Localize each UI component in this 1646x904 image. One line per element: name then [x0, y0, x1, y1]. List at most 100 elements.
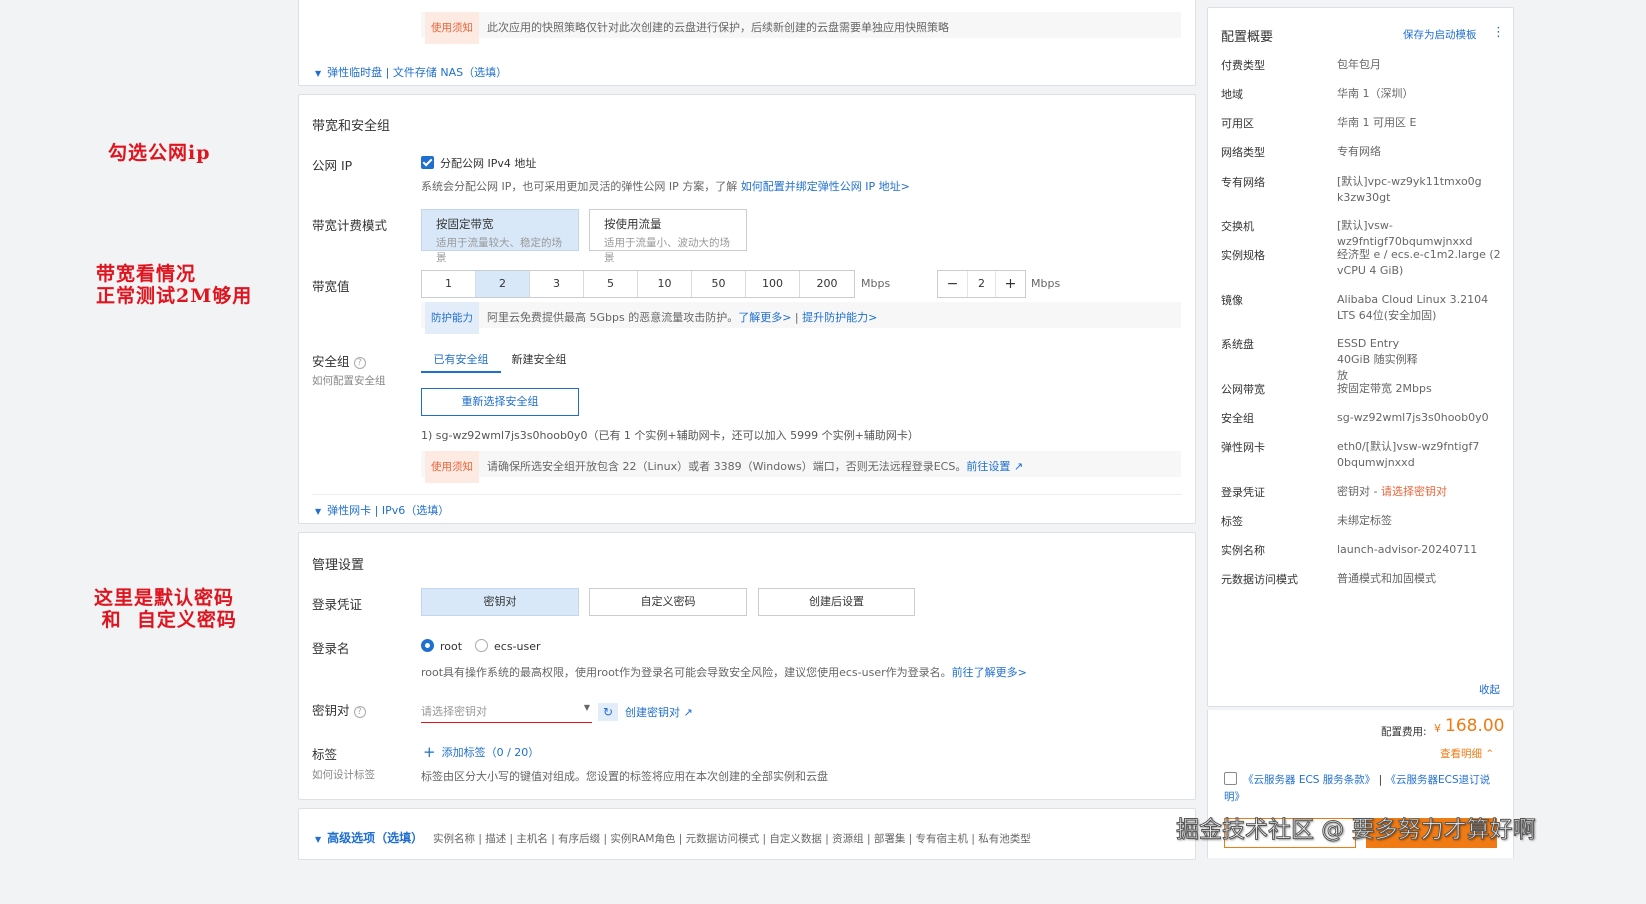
login-learn-more-link[interactable]: 前往了解更多>	[952, 666, 1027, 679]
create-keypair-link[interactable]: 创建密钥对 ↗	[625, 704, 693, 720]
save-template-link[interactable]: 保存为启动模板	[1403, 27, 1477, 42]
tab-new-sg[interactable]: 新建安全组	[504, 349, 574, 373]
advanced-expander[interactable]: ▼ 高级选项（选填）	[315, 829, 423, 846]
network-section-title: 带宽和安全组	[312, 119, 391, 134]
minus-icon[interactable]: −	[938, 271, 967, 297]
bandwidth-option[interactable]: 1	[422, 271, 476, 297]
summary-key: 付费类型	[1221, 59, 1265, 72]
protection-tag: 防护能力	[425, 302, 479, 334]
external-link-icon: ↗	[683, 706, 693, 719]
management-card: 管理设置 登录凭证 密钥对 自定义密码 创建后设置 登录名 root ecs-u…	[298, 532, 1196, 800]
summary-key: 系统盘	[1221, 338, 1254, 351]
storage-expander[interactable]: ▼ 弹性临时盘 | 文件存储 NAS（选填）	[315, 64, 507, 80]
radio-checked-icon	[421, 639, 434, 652]
agreement-sep: |	[1375, 774, 1386, 786]
agreement-checkbox[interactable]	[1224, 772, 1237, 785]
checkbox-checked-icon	[421, 156, 434, 169]
help-icon[interactable]: ?	[353, 706, 366, 718]
summary-value: [默认]vpc-wz9yk11tmxo0gk3zw30gt	[1337, 175, 1482, 204]
summary-key: 弹性网卡	[1221, 441, 1265, 454]
watermark: 掘金技术社区 @ 要多努力才算好啊	[1176, 817, 1537, 844]
add-tag-button[interactable]: + 添加标签（0 / 20）	[423, 743, 539, 761]
public-ip-note-text: 系统会分配公网 IP，也可采用更加灵活的弹性公网 IP 方案，了解	[421, 180, 738, 193]
billing-traffic-title: 按使用流量	[604, 217, 662, 231]
triangle-down-icon: ▼	[315, 69, 322, 78]
summary-value: 包年包月	[1337, 58, 1381, 71]
public-ip-label: 公网 IP	[312, 158, 353, 173]
protection-learn-link[interactable]: 了解更多>	[738, 311, 791, 324]
credential-later-button[interactable]: 创建后设置	[758, 588, 915, 616]
summary-value: 未绑定标签	[1337, 514, 1392, 527]
network-card: 带宽和安全组 公网 IP 分配公网 IPv4 地址 系统会分配公网 IP，也可采…	[298, 94, 1196, 524]
bandwidth-stepper-value[interactable]: 2	[967, 271, 996, 297]
snapshot-notice: 使用须知 此次应用的快照策略仅针对此次创建的云盘进行保护，后续新创建的云盘需要单独…	[421, 12, 1181, 44]
summary-key: 元数据访问模式	[1221, 573, 1298, 586]
sg-settings-link[interactable]: 前往设置 ↗	[966, 460, 1023, 473]
summary-key: 登录凭证	[1221, 486, 1265, 499]
sg-selected-text: 1) sg-wz92wml7js3s0hoob0y0（已有 1 个实例+辅助网卡…	[421, 429, 919, 442]
bandwidth-option[interactable]: 10	[638, 271, 692, 297]
fee-label: 配置费用:	[1381, 726, 1427, 738]
login-ecs-user-radio[interactable]: ecs-user	[475, 639, 541, 653]
bandwidth-option[interactable]: 5	[584, 271, 638, 297]
summary-value: 按固定带宽 2Mbps	[1337, 382, 1432, 395]
management-section-title: 管理设置	[312, 558, 365, 573]
summary-value: 普通模式和加固模式	[1337, 572, 1436, 585]
more-icon[interactable]: ⋮	[1492, 25, 1505, 40]
radio-unchecked-icon	[475, 639, 488, 652]
create-keypair-label: 创建密钥对	[625, 706, 680, 719]
public-ip-checkbox[interactable]: 分配公网 IPv4 地址	[421, 155, 536, 171]
keypair-label-text: 密钥对	[312, 703, 350, 718]
tags-help-link[interactable]: 如何设计标签	[312, 767, 375, 782]
public-ip-note: 系统会分配公网 IP，也可采用更加灵活的弹性公网 IP 方案，了解 如何配置并绑…	[421, 178, 910, 194]
eni-expander[interactable]: ▼ 弹性网卡 | IPv6（选填）	[315, 502, 449, 518]
login-root-radio[interactable]: root	[421, 639, 462, 653]
tab-existing-sg[interactable]: 已有安全组	[421, 349, 501, 373]
plus-icon: +	[423, 743, 436, 761]
summary-value: ESSD Entry 40GiB 随实例释放	[1337, 337, 1418, 382]
tag-count: （0 / 20）	[485, 746, 540, 759]
bandwidth-option[interactable]: 50	[692, 271, 746, 297]
tags-note: 标签由区分大小写的键值对组成。您设置的标签将应用在本次创建的全部实例和云盘	[421, 770, 828, 783]
refresh-icon[interactable]: ↻	[598, 703, 618, 721]
currency-symbol: ¥	[1434, 722, 1441, 735]
keypair-select[interactable]: 请选择密钥对 ▼	[421, 703, 592, 723]
fee-amount: 168.00	[1445, 716, 1505, 736]
annotation-bandwidth: 带宽看情况 正常测试2M够用	[96, 263, 253, 307]
summary-key: 网络类型	[1221, 146, 1265, 159]
sg-help-link[interactable]: 如何配置安全组	[312, 373, 386, 388]
fee-detail-link[interactable]: 查看明细 ⌃	[1440, 746, 1494, 761]
help-icon[interactable]: ?	[353, 357, 366, 369]
plus-icon[interactable]: +	[996, 271, 1025, 297]
billing-traffic-option[interactable]: 按使用流量 适用于流量小、波动大的场景	[589, 209, 747, 264]
credential-keypair-button[interactable]: 密钥对	[421, 588, 579, 616]
sg-label-text: 安全组	[312, 354, 350, 369]
summary-value: 华南 1 可用区 E	[1337, 116, 1417, 129]
public-ip-link[interactable]: 如何配置并绑定弹性公网 IP 地址>	[741, 180, 910, 193]
agreement: 《云服务器 ECS 服务条款》 | 《云服务器ECS退订说明》	[1224, 772, 1494, 806]
bandwidth-option[interactable]: 3	[530, 271, 584, 297]
annotation-password: 这里是默认密码 和 自定义密码	[94, 587, 237, 631]
collapse-link[interactable]: 收起	[1479, 682, 1500, 697]
login-ecs-user-label: ecs-user	[494, 640, 541, 653]
sg-settings-link-label: 前往设置	[966, 460, 1011, 473]
protection-notice: 防护能力 阿里云免费提供最高 5Gbps 的恶意流量攻击防护。了解更多> | 提升…	[421, 302, 1181, 334]
triangle-down-icon: ▼	[315, 507, 322, 516]
storage-card: 使用须知 此次应用的快照策略仅针对此次创建的云盘进行保护，后续新创建的云盘需要单独…	[298, 0, 1196, 86]
keypair-label: 密钥对?	[312, 700, 366, 719]
bandwidth-unit: Mbps	[861, 277, 891, 290]
credential-password-button[interactable]: 自定义密码	[589, 588, 747, 616]
bandwidth-option[interactable]: 200	[800, 271, 854, 297]
agreement-link-1[interactable]: 《云服务器 ECS 服务条款》	[1243, 774, 1375, 786]
bandwidth-option-selected[interactable]: 2	[476, 271, 530, 297]
summary-key: 标签	[1221, 515, 1243, 528]
protection-upgrade-link[interactable]: 提升防护能力>	[802, 311, 877, 324]
reselect-sg-button[interactable]: 重新选择安全组	[421, 388, 579, 416]
summary-key: 交换机	[1221, 220, 1254, 233]
summary-value: sg-wz92wml7js3s0hoob0y0	[1337, 411, 1489, 424]
advanced-items: 实例名称 | 描述 | 主机名 | 有序后缀 | 实例RAM角色 | 元数据访问…	[433, 833, 1031, 845]
bandwidth-option[interactable]: 100	[746, 271, 800, 297]
billing-fixed-option[interactable]: 按固定带宽 适用于流量较大、稳定的场景	[421, 209, 579, 264]
external-link-icon: ↗	[1013, 460, 1024, 473]
summary-key: 专有网络	[1221, 176, 1265, 189]
